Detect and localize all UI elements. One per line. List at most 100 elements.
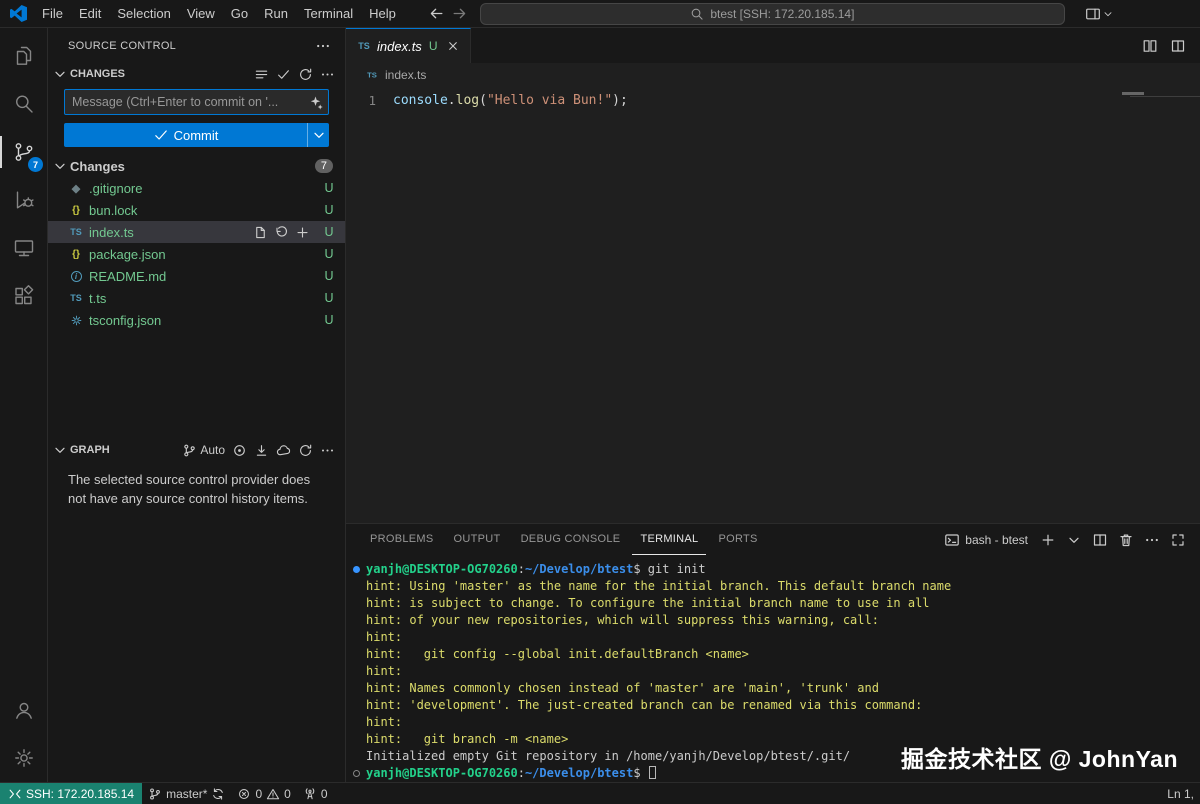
search-icon [690, 7, 704, 21]
graph-section-header[interactable]: GRAPH Auto [48, 439, 345, 461]
chevron-down-icon [52, 442, 68, 458]
command-center-search[interactable]: btest [SSH: 172.20.185.14] [480, 3, 1065, 25]
activity-search[interactable] [0, 80, 47, 128]
menu-go[interactable]: Go [223, 3, 256, 25]
changes-more-actions-icon[interactable] [320, 67, 335, 82]
changes-group-header[interactable]: Changes 7 [48, 155, 345, 177]
refresh-icon[interactable] [298, 67, 313, 82]
menu-view[interactable]: View [179, 3, 223, 25]
remote-indicator[interactable]: SSH: 172.20.185.14 [0, 783, 142, 804]
file-name: .gitignore [89, 181, 142, 196]
ports-indicator[interactable]: 0 [297, 783, 334, 804]
menu-run[interactable]: Run [256, 3, 296, 25]
editor[interactable]: 1 console.log("Hello via Bun!"); [346, 87, 1200, 523]
open-file-icon[interactable] [253, 225, 268, 240]
graph-filter-icon[interactable] [232, 443, 247, 458]
panel: PROBLEMSOUTPUTDEBUG CONSOLETERMINALPORTS… [346, 523, 1200, 782]
breadcrumb-file: index.ts [385, 68, 426, 82]
gear-icon [12, 746, 36, 770]
warning-count: 0 [284, 787, 291, 801]
stage-changes-icon[interactable] [295, 225, 310, 240]
check-icon [153, 127, 169, 143]
activity-explorer[interactable] [0, 32, 47, 80]
panel-tab-problems[interactable]: PROBLEMS [362, 524, 442, 555]
git-status-untracked: U [323, 225, 335, 239]
json-file-icon: {} [68, 249, 84, 260]
commit-dropdown[interactable] [307, 123, 329, 147]
panel-tab-output[interactable]: OUTPUT [446, 524, 509, 555]
file-row[interactable]: {}bun.lockU [48, 199, 345, 221]
activity-run-debug[interactable] [0, 176, 47, 224]
scm-more-actions-icon[interactable] [315, 38, 331, 54]
minimap[interactable] [1122, 92, 1144, 95]
command-decoration-icon[interactable] [353, 770, 360, 777]
view-as-list-icon[interactable] [254, 67, 269, 82]
kill-terminal-icon[interactable] [1118, 532, 1134, 548]
activity-extensions[interactable] [0, 272, 47, 320]
file-row[interactable]: TSindex.tsU [48, 221, 345, 243]
activity-settings[interactable] [0, 734, 47, 782]
explorer-icon [12, 44, 36, 68]
split-terminal-icon[interactable] [1092, 532, 1108, 548]
panel-tab-ports[interactable]: PORTS [710, 524, 765, 555]
fetch-icon[interactable] [254, 443, 269, 458]
panel-more-actions-icon[interactable] [1144, 532, 1160, 548]
forward-icon[interactable] [451, 5, 468, 22]
tab-index-ts[interactable]: TS index.ts U [346, 28, 471, 63]
file-row[interactable]: tsconfig.jsonU [48, 309, 345, 331]
commit-action-icon[interactable] [276, 67, 291, 82]
panel-tab-debug-console[interactable]: DEBUG CONSOLE [513, 524, 629, 555]
command-decoration-icon[interactable] [353, 566, 360, 573]
copilot-sparkle-icon[interactable] [308, 94, 324, 110]
menu-help[interactable]: Help [361, 3, 404, 25]
chevron-down-icon[interactable] [1102, 8, 1114, 20]
branch-indicator[interactable]: master* [142, 783, 231, 804]
terminal-line: hint: Using 'master' as the name for the… [366, 578, 1200, 595]
back-icon[interactable] [428, 5, 445, 22]
commit-button[interactable]: Commit [64, 123, 329, 147]
refresh-icon[interactable] [298, 443, 313, 458]
file-row[interactable]: {}package.jsonU [48, 243, 345, 265]
panel-tab-terminal[interactable]: TERMINAL [632, 524, 706, 555]
ts-file-icon: TS [68, 293, 84, 303]
terminal-instance[interactable]: bash - btest [944, 532, 1028, 548]
remote-explorer-icon [12, 236, 36, 260]
overview-ruler [1130, 96, 1200, 97]
maximize-panel-icon[interactable] [1170, 532, 1186, 548]
file-row[interactable]: ◆.gitignoreU [48, 177, 345, 199]
branch-label: master* [166, 787, 207, 801]
cloud-icon[interactable] [276, 443, 291, 458]
cursor-position[interactable]: Ln 1, [1161, 783, 1200, 804]
remote-label: SSH: 172.20.185.14 [26, 787, 134, 801]
menu-terminal[interactable]: Terminal [296, 3, 361, 25]
terminal-line: hint: [366, 629, 1200, 646]
problems-indicator[interactable]: 0 0 [231, 783, 296, 804]
scm-count-badge: 7 [28, 157, 43, 172]
customize-layout-icon[interactable] [1085, 6, 1101, 22]
account-icon [12, 698, 36, 722]
changes-section-header[interactable]: CHANGES [48, 63, 345, 85]
run-debug-icon [12, 188, 36, 212]
graph-auto-label: Auto [200, 443, 225, 457]
graph-branch-picker[interactable]: Auto [182, 443, 225, 458]
new-terminal-icon[interactable] [1040, 532, 1056, 548]
tab-bar: TS index.ts U [346, 28, 1200, 63]
activity-remote-explorer[interactable] [0, 224, 47, 272]
breadcrumb[interactable]: TS index.ts [346, 63, 1200, 87]
open-changes-icon[interactable] [1142, 38, 1158, 54]
commit-message-input[interactable] [64, 89, 329, 115]
file-row[interactable]: iREADME.mdU [48, 265, 345, 287]
split-editor-icon[interactable] [1170, 38, 1186, 54]
activity-source-control[interactable]: 7 [0, 128, 47, 176]
graph-more-actions-icon[interactable] [320, 443, 335, 458]
discard-changes-icon[interactable] [274, 225, 289, 240]
remote-icon [8, 787, 22, 801]
menu-selection[interactable]: Selection [109, 3, 178, 25]
file-row[interactable]: TSt.tsU [48, 287, 345, 309]
activity-accounts[interactable] [0, 686, 47, 734]
menu-edit[interactable]: Edit [71, 3, 109, 25]
git-status-untracked: U [323, 181, 335, 195]
terminal-dropdown-icon[interactable] [1066, 532, 1082, 548]
menu-file[interactable]: File [34, 3, 71, 25]
close-tab-icon[interactable] [446, 39, 460, 53]
